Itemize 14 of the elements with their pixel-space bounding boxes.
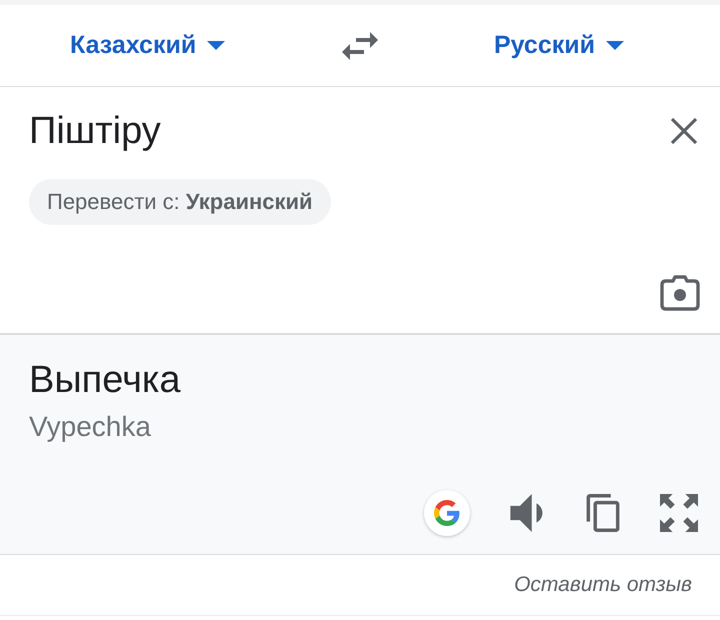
caret-icon	[606, 41, 624, 50]
feedback-link[interactable]: Оставить отзыв	[514, 573, 692, 597]
google-logo-icon[interactable]	[424, 490, 470, 536]
fullscreen-icon[interactable]	[660, 494, 698, 532]
camera-icon[interactable]	[660, 275, 700, 311]
close-icon[interactable]	[670, 117, 698, 145]
detected-language-chip[interactable]: Перевести с: Украинский	[29, 179, 331, 225]
source-language-button[interactable]: Казахский	[70, 31, 226, 60]
translation-text: Выпечка	[29, 358, 182, 403]
target-language-button[interactable]: Русский	[494, 31, 624, 60]
caret-icon	[207, 41, 226, 50]
transliteration-text: Vypechka	[29, 410, 152, 444]
source-text-field[interactable]: Піштіру	[29, 101, 670, 161]
copy-icon[interactable]	[584, 494, 622, 532]
